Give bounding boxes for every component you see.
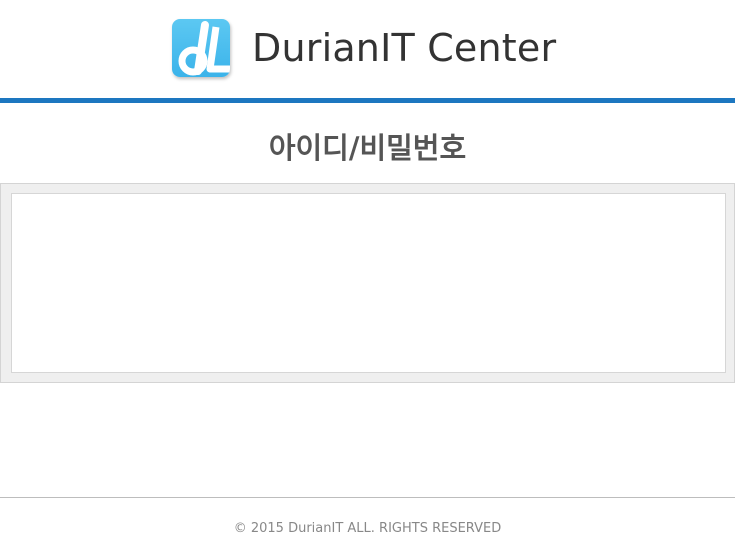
footer-divider xyxy=(0,497,735,498)
header-accent-bar xyxy=(0,98,735,103)
logo-mark xyxy=(178,21,230,76)
site-title[interactable]: DurianIT Center xyxy=(252,24,556,72)
content-panel xyxy=(0,183,735,383)
site-header: DurianIT Center xyxy=(0,0,735,99)
copyright-text: © 2015 DurianIT ALL. RIGHTS RESERVED xyxy=(233,521,502,536)
durianit-logo-icon xyxy=(172,19,230,77)
content-area xyxy=(11,193,726,373)
logo-link[interactable] xyxy=(172,19,232,79)
page-title: 아이디/비밀번호 xyxy=(268,131,467,165)
